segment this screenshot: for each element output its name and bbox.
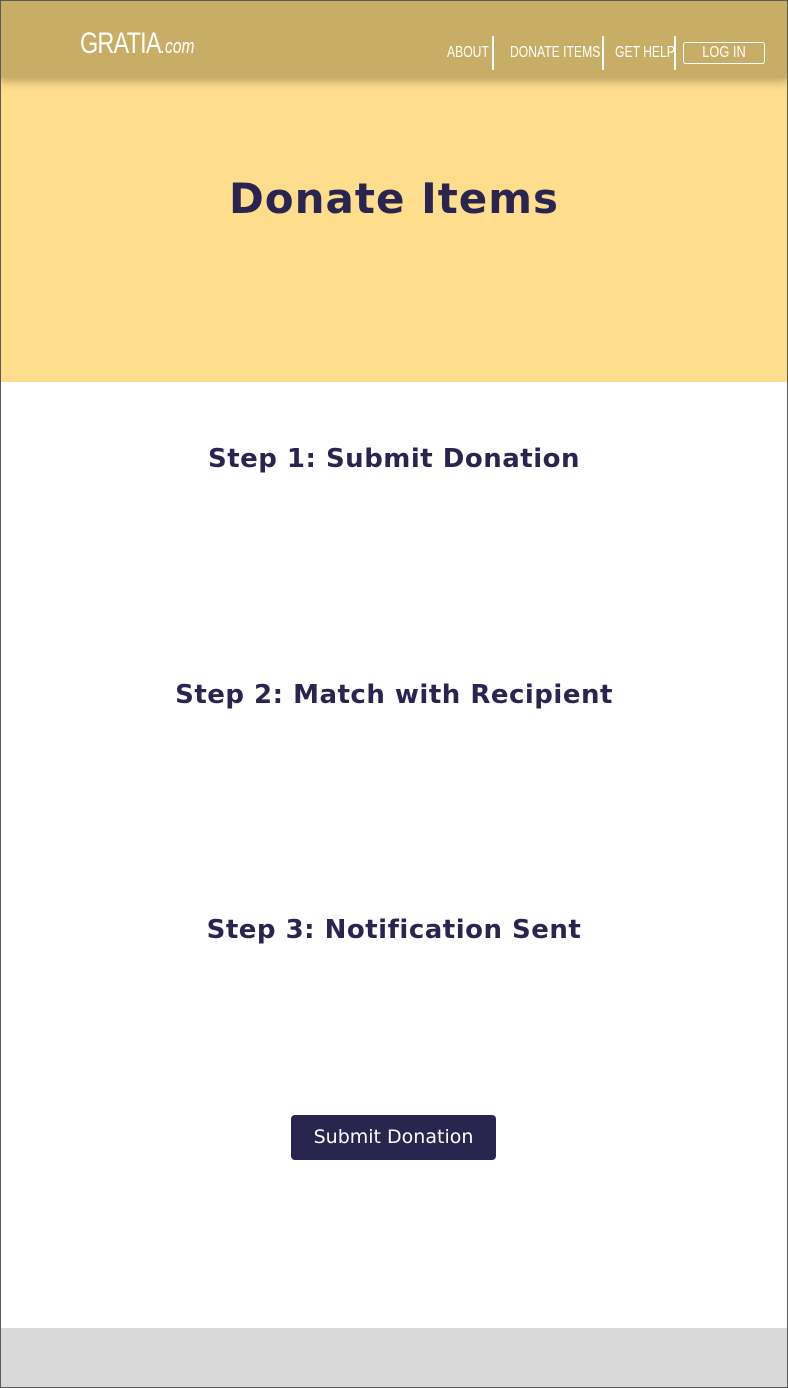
step-3-heading: Step 3: Notification Sent: [206, 915, 582, 945]
step-1-heading: Step 1: Submit Donation: [207, 444, 581, 474]
site-logo[interactable]: GRATIA.com: [80, 26, 195, 65]
submit-donation-button[interactable]: Submit Donation: [291, 1115, 496, 1160]
hero-banner: Donate Items: [0, 78, 788, 382]
nav-about-link[interactable]: ABOUT: [447, 36, 489, 70]
site-header: GRATIA.com ABOUT DONATE ITEMS GET HELP L…: [0, 0, 788, 78]
step-2-heading: Step 2: Match with Recipient: [175, 680, 613, 710]
nav-get-help-link[interactable]: GET HELP: [615, 36, 675, 70]
log-in-button[interactable]: LOG IN: [683, 42, 765, 64]
site-footer: [0, 1328, 788, 1388]
log-in-label: LOG IN: [702, 44, 746, 61]
nav-donate-items-link[interactable]: DONATE ITEMS: [510, 36, 600, 70]
nav-divider: [674, 36, 676, 70]
nav-divider: [492, 36, 494, 70]
logo-domain-suffix: .com: [160, 36, 195, 58]
logo-wordmark: GRATIA: [80, 27, 161, 60]
page-title: Donate Items: [228, 174, 560, 223]
nav-divider: [602, 36, 604, 70]
